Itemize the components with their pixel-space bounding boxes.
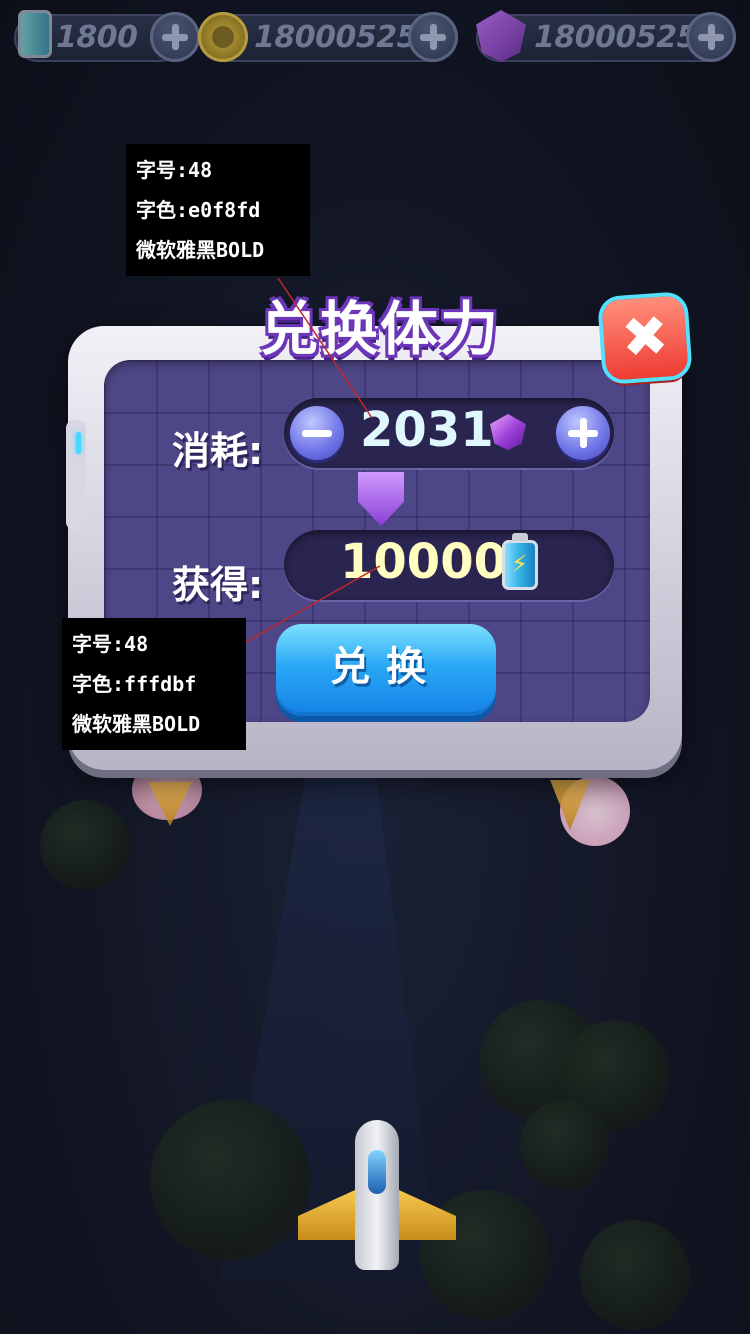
dialog-side-light	[76, 432, 81, 454]
energy-counter: 1800	[14, 10, 200, 62]
background-tree	[520, 1100, 610, 1190]
annotation-font-size: 字号:48	[72, 632, 149, 656]
close-icon: ✖	[619, 303, 671, 372]
exchange-button-label: 兑换	[330, 644, 442, 690]
cost-label: 消耗:	[172, 429, 264, 473]
annotation-font-name: 微软雅黑BOLD	[72, 712, 201, 736]
player-plane-cockpit	[368, 1150, 386, 1194]
background-tree	[580, 1220, 690, 1330]
number-font-annotation: 字号:48 字色:fffdbf 微软雅黑BOLD	[62, 618, 246, 750]
minus-icon	[302, 430, 332, 437]
background-tree	[40, 800, 130, 890]
increase-button[interactable]	[556, 406, 610, 460]
gain-value: 10000	[340, 534, 507, 590]
add-energy-button[interactable]	[150, 12, 200, 62]
player-plane	[355, 1120, 399, 1270]
lightning-icon: ⚡	[511, 550, 528, 578]
gem-value: 18000525	[534, 20, 698, 55]
add-gem-button[interactable]	[686, 12, 736, 62]
annotation-font-color: 字色:fffdbf	[72, 672, 197, 696]
gem-counter: 18000525	[476, 10, 736, 62]
add-coin-button[interactable]	[408, 12, 458, 62]
decrease-button[interactable]	[290, 406, 344, 460]
coin-counter: 18000525	[198, 12, 458, 62]
battery-icon: ⚡	[502, 533, 538, 590]
coin-icon	[198, 12, 248, 62]
cost-value: 2031	[360, 402, 494, 458]
annotation-font-size: 字号:48	[136, 158, 213, 182]
gem-icon	[476, 10, 526, 62]
close-button[interactable]: ✖	[601, 295, 689, 381]
coin-value: 18000525	[254, 20, 418, 55]
annotation-font-color: 字色:e0f8fd	[136, 198, 261, 222]
exchange-button[interactable]: 兑换	[276, 624, 496, 716]
annotation-font-name: 微软雅黑BOLD	[136, 238, 265, 262]
battery-icon	[18, 10, 52, 58]
gain-label: 获得:	[172, 563, 264, 607]
dialog-title: 兑换体力	[259, 295, 500, 363]
energy-value: 1800	[56, 20, 138, 55]
background-tree	[150, 1100, 310, 1260]
title-font-annotation: 字号:48 字色:e0f8fd 微软雅黑BOLD	[126, 144, 310, 276]
